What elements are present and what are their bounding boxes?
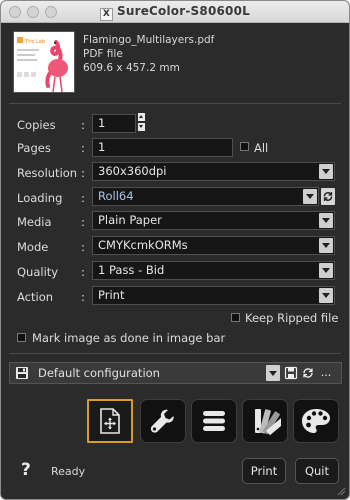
chevron-down-icon [269,371,277,376]
all-pages-label: All [254,141,269,155]
divider [9,103,341,104]
resolution-colon: : [81,166,85,180]
configuration-bar: Default configuration ... [9,362,342,384]
status-text: Ready [51,465,86,478]
palette-icon [302,409,330,433]
file-type: PDF file [83,48,123,60]
quality-value: 1 Pass - Bid [98,263,165,277]
mode-colon: : [81,240,85,254]
media-colon: : [81,215,85,229]
resolution-label: Resolution [17,166,78,180]
action-colon: : [81,290,85,304]
pages-input[interactable]: 1 [92,138,233,157]
print-button[interactable]: Print [242,458,286,484]
pages-label: Pages [17,141,51,155]
refresh-loading-button[interactable] [321,188,335,205]
media-select[interactable]: Plain Paper [92,211,335,230]
layout-tool-button[interactable] [87,399,133,443]
loading-value: Roll64 [98,189,134,203]
layout-move-icon [100,408,120,434]
configuration-name: Default configuration [38,366,160,380]
queue-tool-button[interactable] [191,399,237,443]
all-pages-checkbox[interactable] [240,142,249,151]
divider [9,353,341,354]
copies-input[interactable]: 1 [92,114,136,133]
chevron-down-icon[interactable] [319,263,333,278]
keep-ripped-label: Keep Ripped file [245,311,339,325]
action-label: Action [17,290,54,304]
title-bar: X SureColor-S80600L [1,1,349,23]
mark-image-label: Mark image as done in image bar [32,331,226,345]
loading-colon: : [81,191,85,205]
action-select[interactable]: Print [92,286,335,305]
copies-decrement-icon[interactable] [138,123,145,131]
quality-select[interactable]: 1 Pass - Bid [92,261,335,280]
copies-label: Copies [17,118,56,132]
chevron-down-icon[interactable] [319,288,333,303]
resolution-value: 360x360dpi [98,164,167,178]
quality-colon: : [81,265,85,279]
keep-ripped-checkbox[interactable] [231,313,240,322]
print-dialog-window: X SureColor-S80600L Tire Lab Flamingo_Mul… [0,0,350,500]
chevron-down-icon[interactable] [303,189,317,204]
mode-value: CMYKcmkORMs [98,238,188,252]
chevron-down-icon[interactable] [319,238,333,253]
mode-label: Mode [17,240,49,254]
app-icon: X [100,8,113,21]
chevron-down-icon[interactable] [319,164,333,179]
color-swatches-tool-button[interactable] [242,399,288,443]
more-options-button[interactable]: ... [319,366,333,380]
loading-label: Loading [17,191,63,205]
quality-label: Quality [17,265,59,279]
file-thumbnail: Tire Lab [13,31,75,93]
save-icon[interactable] [284,366,298,380]
load-configuration-icon[interactable] [15,366,29,380]
refresh-icon[interactable] [301,366,315,380]
configuration-dropdown-button[interactable] [266,365,280,381]
list-icon [203,411,225,431]
file-name: Flamingo_Multilayers.pdf [83,34,215,46]
thumb-brand-text: Tire Lab [24,39,45,45]
copies-colon: : [81,118,85,132]
file-size: 609.6 x 457.2 mm [83,62,180,74]
chevron-down-icon[interactable] [319,213,333,228]
refresh-icon [323,192,333,201]
action-value: Print [98,288,125,302]
wrench-icon [150,409,174,433]
resolution-select[interactable]: 360x360dpi [92,162,335,181]
pages-colon: : [81,141,85,155]
swatches-icon [255,409,281,435]
color-management-tool-button[interactable] [293,399,339,443]
window-title-text: SureColor-S80600L [117,4,250,18]
mode-select[interactable]: CMYKcmkORMs [92,236,335,255]
media-label: Media [17,215,52,229]
loading-select[interactable]: Roll64 [92,187,319,206]
help-button[interactable]: ? [21,460,31,480]
resize-grip-icon[interactable] [336,486,346,496]
quit-button[interactable]: Quit [295,458,339,484]
window-title: X SureColor-S80600L [1,4,349,21]
mark-image-checkbox[interactable] [17,333,26,342]
media-value: Plain Paper [98,213,162,227]
settings-tool-button[interactable] [140,399,186,443]
copies-increment-icon[interactable] [138,113,145,121]
file-info: Flamingo_Multilayers.pdf PDF file 609.6 … [83,33,214,75]
